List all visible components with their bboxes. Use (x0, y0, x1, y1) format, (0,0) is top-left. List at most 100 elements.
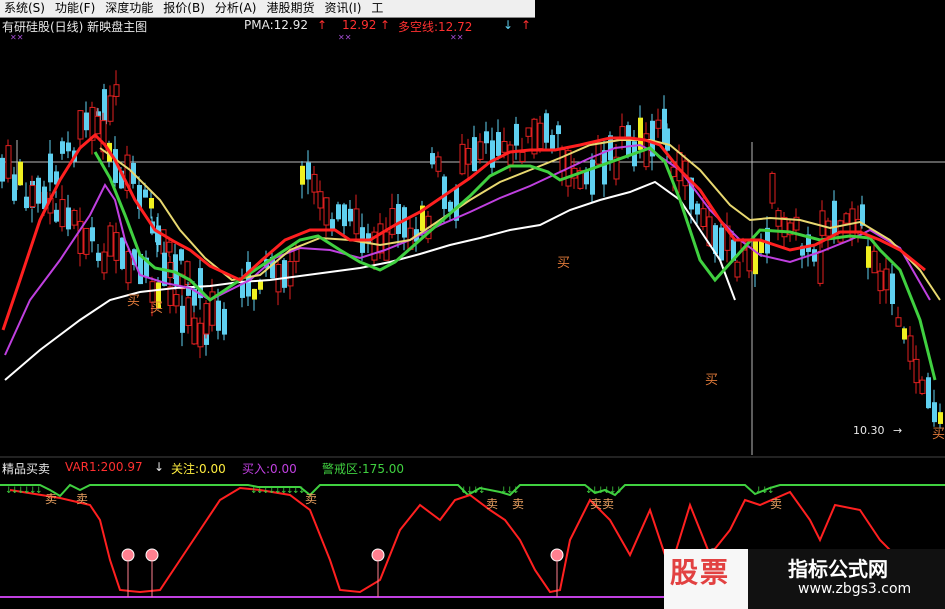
candle-body (832, 200, 837, 236)
candle-body (306, 162, 311, 180)
candle-body (36, 190, 41, 204)
candle-body (185, 297, 192, 326)
candle-body (311, 173, 318, 193)
candle-body (71, 209, 78, 226)
buy-point-marker (145, 548, 159, 562)
candle-body (143, 189, 148, 198)
sell-signal-label: 卖 (512, 497, 524, 511)
candle-body (173, 294, 180, 307)
candle-body (501, 140, 508, 153)
candle-body (287, 261, 294, 287)
watermark-right: 指标公式网 www.zbgs3.com (748, 549, 945, 609)
candle-body (556, 125, 561, 135)
candle-body (107, 225, 114, 257)
guard-arrow-mark: ↓ (767, 486, 775, 496)
candle-body (454, 186, 459, 221)
candle-body (77, 110, 84, 140)
buy-signal-label: 买 (932, 427, 945, 442)
candle-body (734, 261, 741, 278)
candle-body (353, 208, 360, 235)
candle-body (490, 140, 495, 168)
watermark-title: 指标公式网 (788, 557, 888, 581)
candle-body (48, 153, 53, 183)
candle-body (769, 172, 776, 204)
candle-body (544, 113, 549, 143)
candle-body (902, 328, 907, 340)
guard-zone-value: 警戒区:175.00 (322, 462, 405, 476)
candle-body (459, 143, 466, 175)
candle-body (465, 147, 472, 165)
candle-body (59, 199, 66, 228)
mairu-value: 买入:0.00 (242, 462, 297, 476)
candle-body (90, 227, 95, 242)
sell-signal-label: 卖 (45, 492, 57, 506)
candle-body (559, 149, 566, 172)
candle-body (282, 260, 287, 288)
candle-body (895, 317, 902, 327)
candle-body (759, 241, 764, 254)
candle-body (907, 335, 914, 362)
candle-body (871, 250, 878, 274)
buy-signal-label: 买 (705, 373, 718, 388)
candle-body (877, 270, 884, 292)
candle-body (125, 250, 132, 284)
candle-body (113, 84, 120, 97)
candle-body (550, 135, 555, 150)
candle-body (66, 207, 71, 230)
candle-body (525, 127, 532, 137)
candle-body (18, 161, 23, 186)
candle-body (484, 131, 489, 144)
guard-arrow-mark: ↓ (615, 486, 623, 496)
candle-body (746, 246, 753, 272)
buy-signal-label: 买 (150, 301, 163, 316)
candle-body (216, 300, 221, 331)
watermark-left: 股票 (664, 549, 748, 609)
candle-body (817, 250, 824, 284)
chart-canvas: 买 买 买 买 买 10.30 → ↓↓↓↓↓↓ ↓↓↓↓↓↓↓↓↓ ↓↓↓↓ ↓↓↓… (0, 70, 945, 598)
candle-body (926, 377, 931, 409)
candle-body (819, 210, 826, 236)
candle-body (507, 144, 514, 166)
buy-signal-label: 买 (127, 294, 140, 309)
candle-body (883, 268, 890, 291)
candle-body (919, 379, 926, 394)
indicator-name: 精品买卖 (2, 462, 51, 476)
candle-body (94, 115, 101, 135)
candle-body (496, 132, 501, 156)
buy-point-marker (550, 548, 564, 562)
price-marker-arrow: → (893, 424, 902, 437)
var1-arrow: ↓ (154, 460, 165, 474)
candlesticks (0, 70, 943, 429)
candle-body (719, 227, 724, 261)
candle-body (472, 137, 477, 172)
candle-body (101, 251, 108, 274)
candle-body (107, 95, 114, 122)
sell-signal-label: 卖 (76, 492, 88, 506)
var1-value: VAR1:200.97 (65, 460, 143, 474)
candle-body (191, 317, 198, 345)
candle-body (348, 208, 353, 222)
candle-body (317, 191, 324, 209)
guard-arrow-mark: ↓ (35, 486, 43, 496)
candle-body (323, 197, 330, 226)
candle-body (396, 204, 401, 235)
candle-body (602, 150, 607, 185)
candle-body (203, 303, 210, 335)
candle-body (300, 165, 305, 185)
ma-white-line (4, 180, 736, 381)
sell-signal-label: 卖 (486, 497, 498, 511)
watermark-url: www.zbgs3.com (798, 581, 912, 597)
candle-body (29, 185, 36, 208)
candle-body (695, 203, 700, 215)
candle-body (66, 142, 71, 152)
candle-body (113, 232, 120, 261)
candle-body (83, 227, 90, 255)
candle-body (149, 281, 156, 303)
candle-body (938, 412, 943, 424)
candle-body (430, 153, 435, 165)
candle-body (84, 112, 89, 131)
candle-body (166, 241, 173, 253)
sell-signal-label: 卖 (305, 492, 317, 506)
candle-body (377, 223, 384, 254)
candle-body (435, 156, 442, 172)
